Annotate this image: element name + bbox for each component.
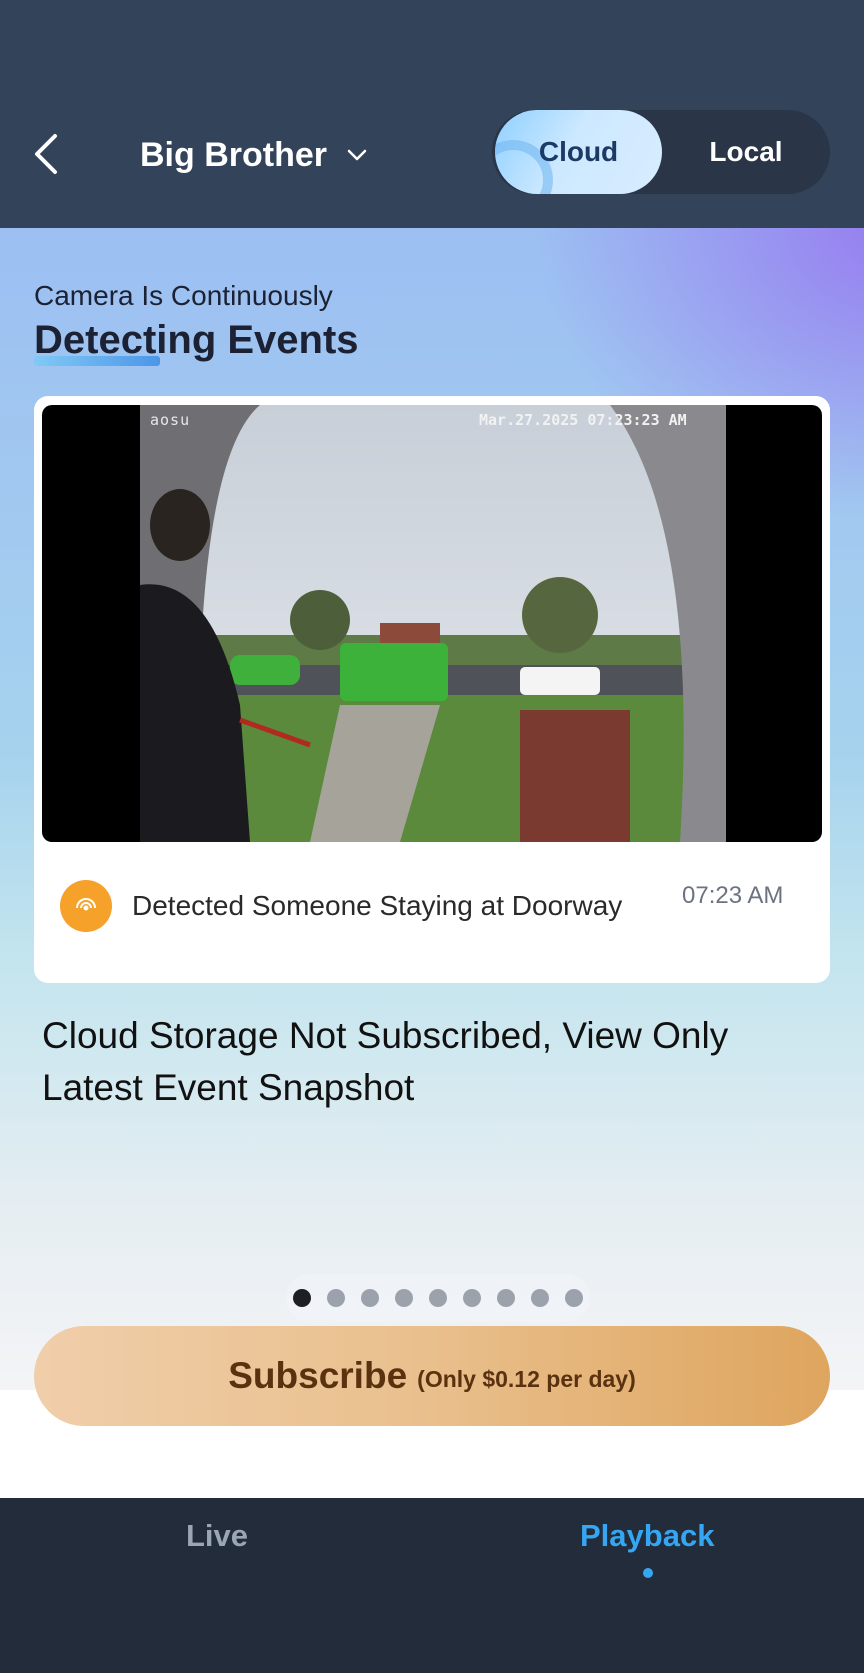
cloud-promo-section: Camera Is Continuously Detecting Events xyxy=(0,228,864,1390)
page-dot[interactable] xyxy=(361,1289,379,1307)
storage-toggle: Cloud Local xyxy=(492,110,830,194)
page-dot[interactable] xyxy=(293,1289,311,1307)
local-tab[interactable]: Local xyxy=(662,110,830,194)
camera-brand-watermark: aosu xyxy=(150,411,191,429)
event-info: Detected Someone Staying at Doorway xyxy=(60,880,622,932)
subscribe-label: Subscribe xyxy=(228,1355,408,1396)
tab-live[interactable]: Live xyxy=(186,1518,248,1554)
page-dot[interactable] xyxy=(327,1289,345,1307)
latest-event-card[interactable]: aosu Mar.27.2025 07:23:23 AM Detected So… xyxy=(34,396,830,983)
device-selector[interactable]: Big Brother xyxy=(140,130,367,180)
back-button[interactable] xyxy=(28,128,64,180)
subscribe-price-note: (Only $0.12 per day) xyxy=(417,1365,636,1392)
active-tab-indicator xyxy=(643,1568,653,1578)
event-snapshot[interactable]: aosu Mar.27.2025 07:23:23 AM xyxy=(42,405,822,842)
page-dot[interactable] xyxy=(565,1289,583,1307)
promo-subtitle: Camera Is Continuously xyxy=(34,280,333,311)
carousel-pagination xyxy=(286,1274,590,1322)
page-dot[interactable] xyxy=(395,1289,413,1307)
page-dot[interactable] xyxy=(429,1289,447,1307)
cloud-tab-label: Cloud xyxy=(538,136,619,167)
subscribe-button[interactable]: Subscribe (Only $0.12 per day) xyxy=(34,1326,830,1426)
bottom-tab-bar: Live Playback xyxy=(0,1498,864,1673)
device-title: Big Brother xyxy=(140,135,327,174)
page-dot[interactable] xyxy=(497,1289,515,1307)
event-description: Detected Someone Staying at Doorway xyxy=(132,890,623,921)
local-tab-label: Local xyxy=(709,136,783,167)
motion-sensor-icon xyxy=(60,880,112,932)
promo-headline: Detecting Events xyxy=(34,318,359,362)
cloud-tab[interactable]: Cloud xyxy=(495,110,662,194)
doorway-snapshot-image xyxy=(140,405,726,842)
page-dot[interactable] xyxy=(463,1289,481,1307)
subscription-notice: Cloud Storage Not Subscribed, View Only … xyxy=(42,1015,729,1108)
tab-playback[interactable]: Playback xyxy=(580,1518,714,1554)
page-dot[interactable] xyxy=(531,1289,549,1307)
chevron-left-icon xyxy=(35,134,57,174)
snapshot-timestamp: Mar.27.2025 07:23:23 AM xyxy=(479,411,687,429)
event-time: 07:23 AM xyxy=(682,882,784,909)
chevron-down-icon xyxy=(347,149,367,161)
top-header: Big Brother Cloud Local xyxy=(0,0,864,228)
